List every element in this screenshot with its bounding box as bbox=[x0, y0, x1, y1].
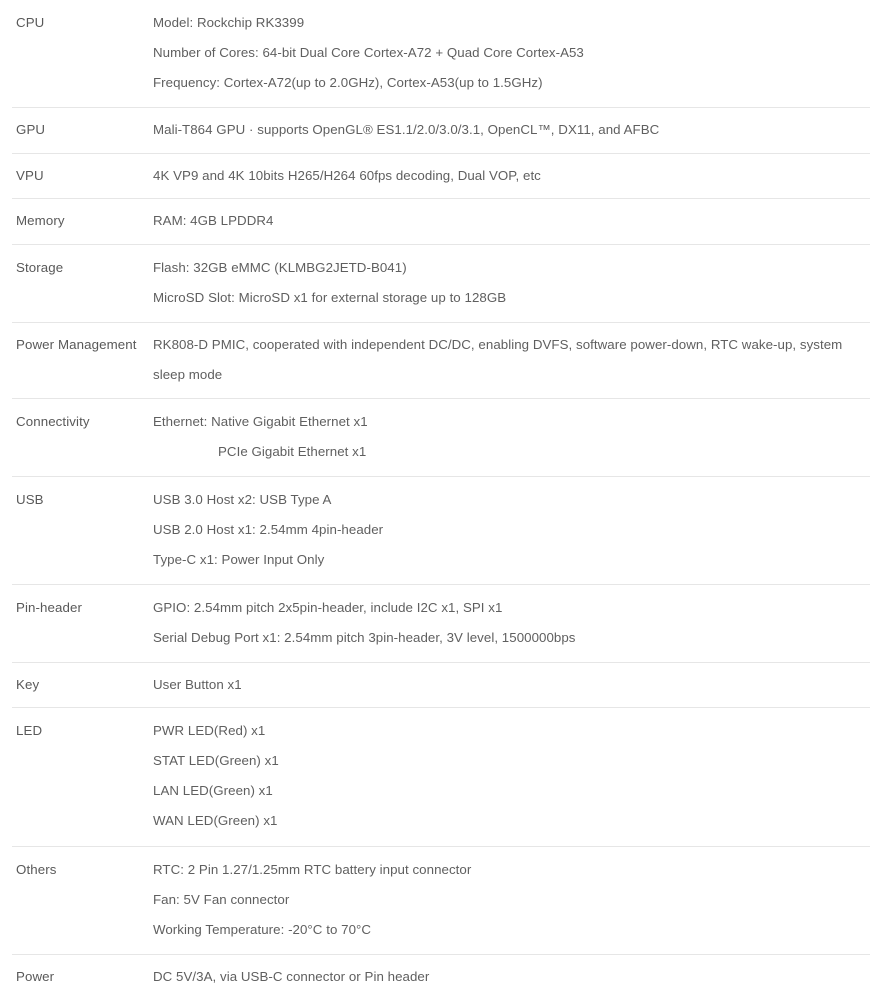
spec-row-label: Connectivity bbox=[16, 413, 90, 429]
spec-row: Others RTC: 2 Pin 1.27/1.25mm RTC battery… bbox=[12, 847, 870, 955]
spec-row-value: RTC: 2 Pin 1.27/1.25mm RTC battery input… bbox=[153, 847, 870, 954]
spec-row-value: RK808-D PMIC, cooperated with independen… bbox=[153, 323, 870, 398]
spec-value-line: Number of Cores: 64-bit Dual Core Cortex… bbox=[153, 45, 584, 60]
spec-value-line: PCIe Gigabit Ethernet x1 bbox=[218, 444, 367, 459]
spec-row: CPU Model: Rockchip RK3399 Number of Cores… bbox=[12, 0, 870, 108]
spec-row-label: Memory bbox=[16, 213, 65, 228]
spec-value-line: RAM: 4GB LPDDR4 bbox=[153, 213, 274, 228]
spec-value-line: Serial Debug Port x1: 2.54mm pitch 3pin-… bbox=[153, 630, 576, 645]
spec-row-value: RAM: 4GB LPDDR4 bbox=[153, 199, 870, 244]
spec-row-label: GPU bbox=[16, 122, 46, 137]
spec-row: Power DC 5V/3A, via USB-C connector or Pi… bbox=[12, 955, 870, 1000]
spec-row-value: DC 5V/3A, via USB-C connector or Pin hea… bbox=[153, 955, 870, 1000]
spec-row-value: USB 3.0 Host x2: USB Type A USB 2.0 Host … bbox=[153, 477, 870, 584]
spec-value-line: User Button x1 bbox=[153, 676, 242, 692]
spec-value-line: Frequency: Cortex-A72(up to 2.0GHz), Cor… bbox=[153, 75, 543, 90]
spec-row: LED PWR LED(Red) x1 STAT LED(Green) x1 LAN … bbox=[12, 708, 870, 847]
spec-row-label: Pin-header bbox=[16, 599, 83, 615]
spec-value-line: PWR LED(Red) x1 bbox=[153, 723, 266, 738]
spec-row-label: CPU bbox=[16, 15, 45, 30]
spec-value-line: RTC: 2 Pin 1.27/1.25mm RTC battery input… bbox=[153, 862, 472, 877]
spec-row: Power Management RK808-D PMIC, cooperated… bbox=[12, 323, 870, 399]
spec-row-value: Model: Rockchip RK3399 Number of Cores: 6… bbox=[153, 0, 870, 107]
spec-row: Key User Button x1 bbox=[12, 663, 870, 708]
spec-value-line: STAT LED(Green) x1 bbox=[153, 753, 279, 768]
spec-row-label: Others bbox=[16, 862, 57, 877]
spec-value-line: RK808-D PMIC, cooperated with independen… bbox=[153, 336, 843, 383]
spec-row: Memory RAM: 4GB LPDDR4 bbox=[12, 199, 870, 245]
spec-value-line: LAN LED(Green) x1 bbox=[153, 783, 273, 798]
spec-value-line: Mali-T864 GPU · supports OpenGL® ES1.1/2… bbox=[153, 122, 660, 137]
spec-row-value: GPIO: 2.54mm pitch 2x5pin-header, includ… bbox=[153, 585, 870, 662]
spec-row-value: PWR LED(Red) x1 STAT LED(Green) x1 LAN LED… bbox=[153, 708, 870, 846]
spec-row-label: LED bbox=[16, 723, 43, 738]
spec-row-label: Storage bbox=[16, 259, 64, 275]
spec-row-label: Key bbox=[16, 676, 40, 692]
hardware-specification-table: CPU Model: Rockchip RK3399 Number of Cores… bbox=[0, 0, 875, 1000]
spec-row: GPU Mali-T864 GPU · supports OpenGL® ES1.… bbox=[12, 108, 870, 154]
spec-value-line: MicroSD Slot: MicroSD x1 for external st… bbox=[153, 290, 507, 305]
spec-value-line: DC 5V/3A, via USB-C connector or Pin hea… bbox=[153, 969, 430, 984]
spec-value-line: 4K VP9 and 4K 10bits H265/H264 60fps dec… bbox=[153, 167, 541, 183]
spec-row-value: 4K VP9 and 4K 10bits H265/H264 60fps dec… bbox=[153, 154, 870, 199]
spec-row-label: Power Management bbox=[16, 336, 137, 352]
spec-value-line: GPIO: 2.54mm pitch 2x5pin-header, includ… bbox=[153, 599, 503, 615]
spec-row: USB USB 3.0 Host x2: USB Type A USB 2.0 Ho… bbox=[12, 477, 870, 585]
spec-row: VPU 4K VP9 and 4K 10bits H265/H264 60fps … bbox=[12, 154, 870, 199]
spec-row-label: USB bbox=[16, 491, 44, 507]
spec-row: Storage Flash: 32GB eMMC (KLMBG2JETD-B041… bbox=[12, 245, 870, 323]
spec-value-line: Ethernet: Native Gigabit Ethernet x1 bbox=[153, 413, 368, 429]
spec-value-line: WAN LED(Green) x1 bbox=[153, 813, 278, 828]
spec-value-line: Fan: 5V Fan connector bbox=[153, 892, 290, 907]
spec-row: Connectivity Ethernet: Native Gigabit Eth… bbox=[12, 399, 870, 477]
spec-row-value: Ethernet: Native Gigabit Ethernet x1 PCIe… bbox=[153, 399, 870, 476]
spec-row: Pin-header GPIO: 2.54mm pitch 2x5pin-head… bbox=[12, 585, 870, 663]
spec-row-label: VPU bbox=[16, 167, 44, 183]
spec-value-line: Flash: 32GB eMMC (KLMBG2JETD-B041) bbox=[153, 259, 407, 275]
spec-value-line: Working Temperature: -20°C to 70°C bbox=[153, 922, 372, 937]
spec-value-line: USB 2.0 Host x1: 2.54mm 4pin-header bbox=[153, 521, 384, 537]
spec-value-line: USB 3.0 Host x2: USB Type A bbox=[153, 491, 332, 507]
spec-row-value: Flash: 32GB eMMC (KLMBG2JETD-B041) MicroS… bbox=[153, 245, 870, 322]
spec-row-value: User Button x1 bbox=[153, 663, 870, 708]
spec-row-value: Mali-T864 GPU · supports OpenGL® ES1.1/2… bbox=[153, 108, 870, 153]
spec-row-label: Power bbox=[16, 969, 55, 984]
spec-value-line: Type-C x1: Power Input Only bbox=[153, 551, 325, 567]
spec-value-line: Model: Rockchip RK3399 bbox=[153, 15, 305, 30]
